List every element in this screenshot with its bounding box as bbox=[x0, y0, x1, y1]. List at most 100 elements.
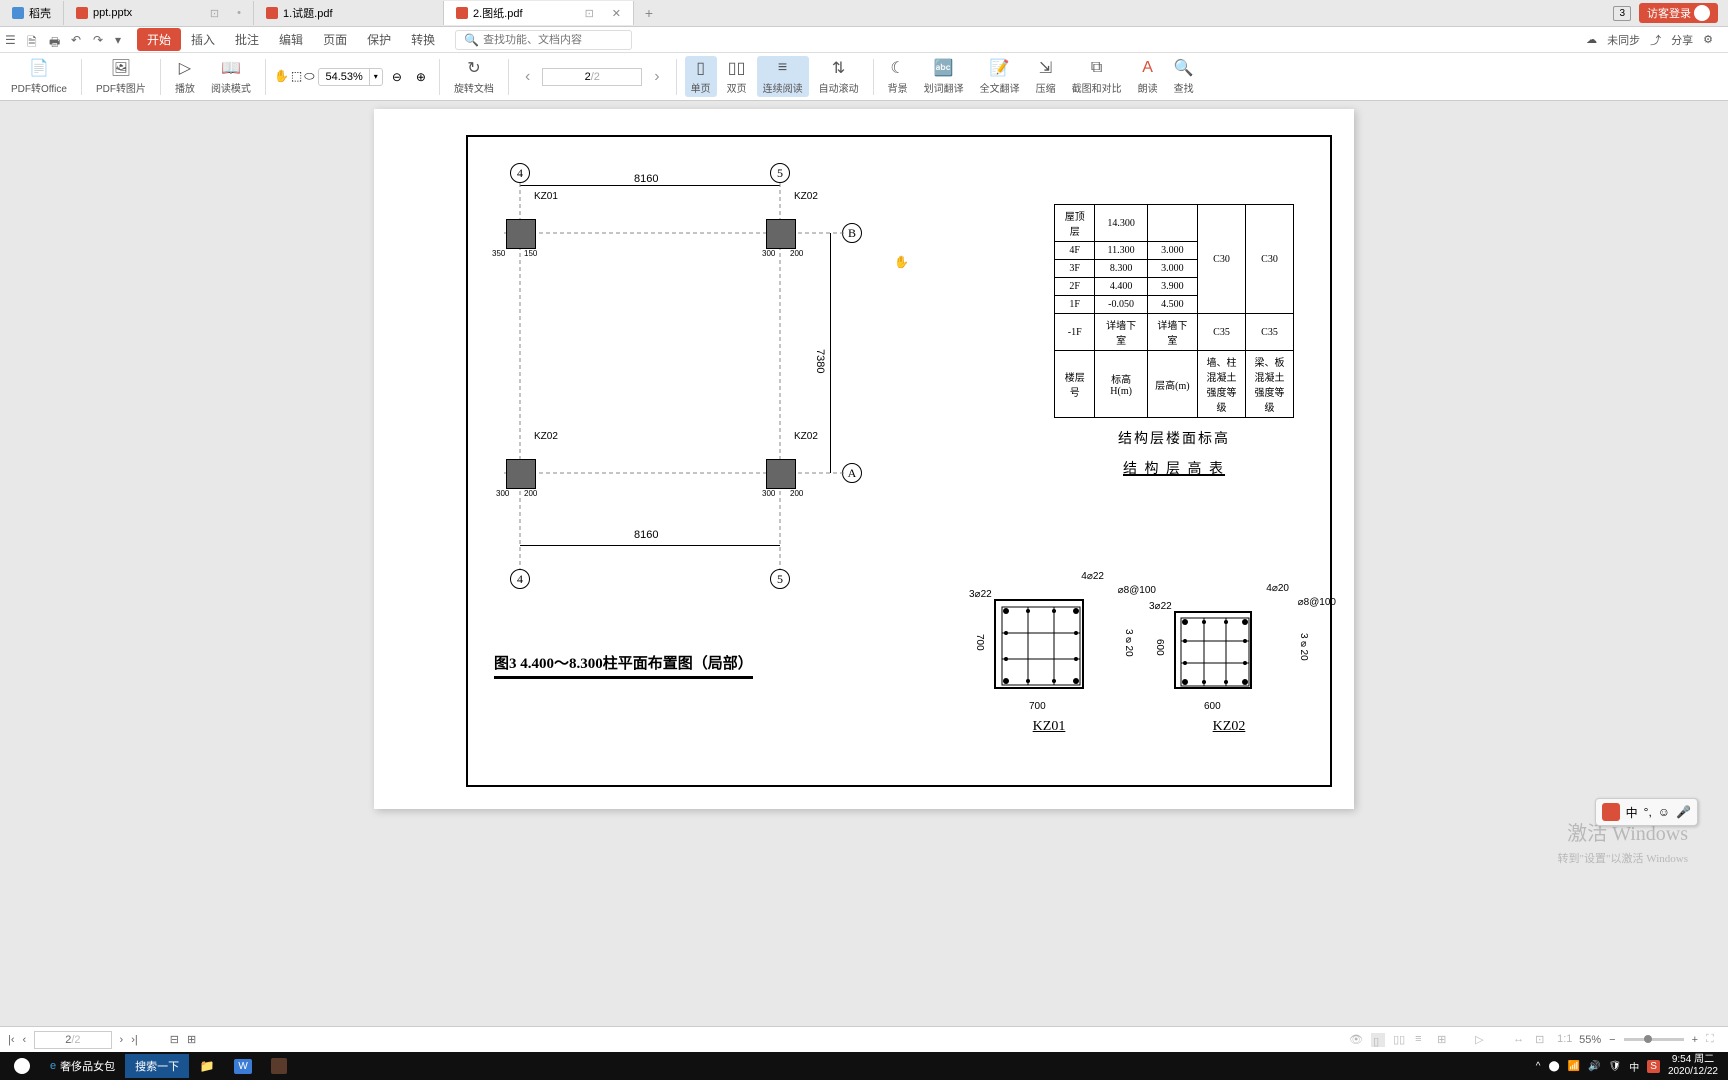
text-select-tool[interactable]: ⬭ bbox=[304, 69, 314, 84]
zoom-slider[interactable] bbox=[1624, 1038, 1684, 1041]
bot-zoom-out[interactable]: − bbox=[1609, 1034, 1615, 1046]
tab-pin-icon[interactable]: ⊡ bbox=[210, 7, 219, 20]
pdf-to-office[interactable]: 📄PDF转Office bbox=[5, 56, 73, 97]
zoom-value[interactable]: 54.53% bbox=[319, 69, 369, 85]
print-icon[interactable]: 🖶 bbox=[49, 33, 63, 47]
continuous-read[interactable]: ≡连续阅读 bbox=[757, 56, 809, 97]
tab-ppt[interactable]: ppt.pptx⊡• bbox=[64, 1, 254, 25]
zoom-in-page[interactable]: ⊞ bbox=[187, 1033, 196, 1046]
compress[interactable]: ⇲压缩 bbox=[1030, 56, 1062, 97]
menu-edit[interactable]: 编辑 bbox=[269, 28, 313, 51]
share-icon[interactable]: ⤴ bbox=[1650, 32, 1661, 48]
eye-icon[interactable]: 👁 bbox=[1349, 1033, 1363, 1047]
tray-ime-icon[interactable]: 中 bbox=[1629, 1059, 1639, 1074]
tab-pdf1[interactable]: 1.试题.pdf bbox=[254, 1, 444, 25]
tab-pin-icon[interactable]: ⊡ bbox=[585, 7, 594, 20]
taskbar-search[interactable]: 搜索一下 bbox=[125, 1054, 189, 1078]
menu-review[interactable]: 批注 bbox=[225, 28, 269, 51]
actual-size-icon[interactable]: 1:1 bbox=[1557, 1033, 1571, 1047]
tray-up-icon[interactable]: ^ bbox=[1536, 1061, 1541, 1072]
tray-volume-icon[interactable]: 🔊 bbox=[1588, 1061, 1600, 1072]
next-page-bot[interactable]: › bbox=[120, 1034, 124, 1046]
full-translate[interactable]: 📝全文翻译 bbox=[974, 56, 1026, 97]
tab-menu-icon[interactable]: • bbox=[237, 7, 241, 19]
view-double-icon[interactable]: ▯▯ bbox=[1393, 1033, 1407, 1047]
last-page[interactable]: ›| bbox=[131, 1034, 138, 1046]
taskbar-wps[interactable]: W bbox=[225, 1054, 261, 1078]
view-cont-icon[interactable]: ≡ bbox=[1415, 1033, 1429, 1047]
settings-icon[interactable]: ⚙ bbox=[1703, 33, 1713, 46]
view-grid-icon[interactable]: ⊞ bbox=[1437, 1033, 1451, 1047]
undo-icon[interactable]: ↶ bbox=[71, 33, 85, 47]
read-mode[interactable]: 📖阅读模式 bbox=[205, 56, 257, 97]
zoom-dropdown[interactable]: ▾ bbox=[370, 70, 382, 83]
auto-scroll[interactable]: ⇅自动滚动 bbox=[813, 56, 865, 97]
zoom-out-page[interactable]: ⊟ bbox=[170, 1033, 179, 1046]
tab-home[interactable]: 稻壳 bbox=[0, 1, 64, 25]
bot-zoom-in[interactable]: + bbox=[1692, 1034, 1698, 1046]
tab-pdf2-active[interactable]: 2.图纸.pdf⊡✕ bbox=[444, 1, 634, 25]
ime-emoji-icon[interactable]: ☺ bbox=[1658, 805, 1670, 819]
convert-icon: 📄 bbox=[29, 58, 49, 78]
fit-page-icon[interactable]: ⊡ bbox=[1535, 1033, 1549, 1047]
double-page[interactable]: ▯▯双页 bbox=[721, 56, 753, 97]
zoom-out[interactable]: ⊖ bbox=[387, 68, 407, 86]
login-button[interactable]: 访客登录 bbox=[1639, 3, 1718, 23]
play-button[interactable]: ▷播放 bbox=[169, 56, 201, 97]
find-button[interactable]: 🔍查找 bbox=[1168, 56, 1200, 97]
sync-label[interactable]: 未同步 bbox=[1607, 32, 1640, 48]
zoom-in[interactable]: ⊕ bbox=[411, 68, 431, 86]
search-input[interactable] bbox=[483, 34, 623, 46]
menu-icon[interactable]: ☰ bbox=[5, 33, 19, 47]
read-aloud[interactable]: A朗读 bbox=[1132, 56, 1164, 97]
play-bot-icon[interactable]: ▷ bbox=[1475, 1033, 1489, 1047]
fit-width-icon[interactable]: ↔ bbox=[1513, 1033, 1527, 1047]
view-single-icon[interactable]: ▯ bbox=[1371, 1033, 1385, 1047]
taskbar-app[interactable] bbox=[261, 1054, 297, 1078]
tray-security-icon[interactable]: 🛡 bbox=[1609, 1061, 1622, 1072]
workspace-badge[interactable]: 3 bbox=[1613, 6, 1631, 21]
taskbar-ie[interactable]: e奢侈品女包 bbox=[40, 1054, 125, 1078]
page-indicator[interactable]: 2/2 bbox=[34, 1031, 111, 1049]
taskbar-clock[interactable]: 9:54 周二 2020/12/22 bbox=[1668, 1054, 1718, 1078]
section-box bbox=[994, 599, 1084, 689]
prev-page[interactable]: ‹ bbox=[517, 66, 538, 88]
start-button[interactable] bbox=[4, 1054, 40, 1078]
tray-icon[interactable]: ⬤ bbox=[1548, 1061, 1559, 1072]
ime-punct-icon[interactable]: °, bbox=[1644, 805, 1652, 819]
search-box[interactable]: 🔍 bbox=[455, 30, 632, 50]
tab-close-icon[interactable]: ✕ bbox=[612, 7, 621, 20]
fullscreen-icon[interactable]: ⛶ bbox=[1706, 1033, 1720, 1047]
share-label[interactable]: 分享 bbox=[1671, 32, 1693, 48]
ime-mic-icon[interactable]: 🎤 bbox=[1676, 805, 1691, 819]
sync-icon[interactable]: ☁ bbox=[1586, 33, 1597, 46]
menu-convert[interactable]: 转换 bbox=[401, 28, 445, 51]
rotate-icon: ↻ bbox=[464, 58, 484, 78]
word-translate[interactable]: 🔤划词翻译 bbox=[918, 56, 970, 97]
crop-compare[interactable]: ⧉截图和对比 bbox=[1066, 56, 1128, 97]
page-number-input[interactable]: 2/2 bbox=[542, 68, 642, 86]
menu-protect[interactable]: 保护 bbox=[357, 28, 401, 51]
prev-page-bot[interactable]: ‹ bbox=[23, 1034, 27, 1046]
hand-tool[interactable]: ✋ bbox=[274, 69, 289, 84]
background[interactable]: ☾背景 bbox=[882, 56, 914, 97]
select-tool[interactable]: ⬚ bbox=[291, 69, 302, 84]
menu-page[interactable]: 页面 bbox=[313, 28, 357, 51]
dropdown-icon[interactable]: ▾ bbox=[115, 33, 129, 47]
ime-toolbar[interactable]: 中 °, ☺ 🎤 bbox=[1595, 798, 1698, 826]
menu-insert[interactable]: 插入 bbox=[181, 28, 225, 51]
menu-start[interactable]: 开始 bbox=[137, 28, 181, 51]
tray-network-icon[interactable]: 📶 bbox=[1568, 1061, 1580, 1072]
taskbar-explorer[interactable]: 📁 bbox=[189, 1054, 225, 1078]
single-page[interactable]: ▯单页 bbox=[685, 56, 717, 97]
redo-icon[interactable]: ↷ bbox=[93, 33, 107, 47]
next-page[interactable]: › bbox=[646, 66, 667, 88]
save-icon[interactable]: 🗎 bbox=[27, 33, 41, 47]
rotate-doc[interactable]: ↻旋转文档 bbox=[448, 56, 500, 97]
ime-lang[interactable]: 中 bbox=[1626, 804, 1638, 821]
first-page[interactable]: |‹ bbox=[8, 1034, 15, 1046]
tray-sogou-icon[interactable]: S bbox=[1647, 1060, 1660, 1073]
document-viewport[interactable]: 4 5 4 5 B A 8160 8160 7380 bbox=[0, 101, 1728, 1026]
new-tab-button[interactable]: + bbox=[634, 5, 664, 21]
pdf-to-pic[interactable]: 🖼PDF转图片 bbox=[90, 56, 152, 97]
